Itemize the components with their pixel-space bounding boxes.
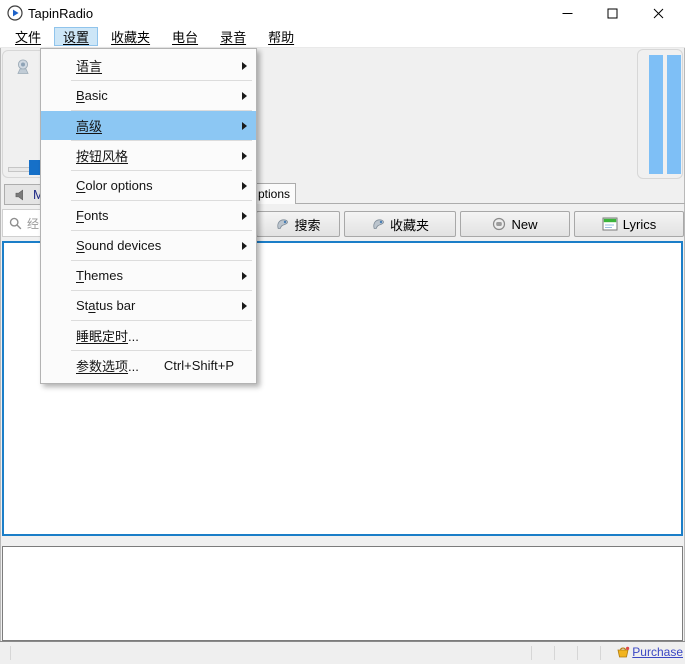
submenu-arrow-icon: [242, 302, 247, 310]
menu-item-advanced[interactable]: 高级: [41, 111, 256, 140]
menu-item-label: 睡眠定时...: [76, 326, 139, 345]
toolbar-button-favorites[interactable]: 收藏夹: [344, 211, 456, 237]
minimize-button[interactable]: [545, 0, 590, 26]
menu-item-fonts[interactable]: Fonts: [41, 201, 256, 230]
new-new-circle-icon: [492, 217, 506, 231]
toolbar-button-search[interactable]: 搜索: [256, 211, 340, 237]
close-button[interactable]: [636, 0, 681, 26]
submenu-arrow-icon: [242, 152, 247, 160]
menu-item-sleep-timer[interactable]: 睡眠定时...: [41, 321, 256, 350]
submenu-arrow-icon: [242, 272, 247, 280]
minimize-icon: [562, 8, 573, 19]
menubar-item-stations[interactable]: 电台: [163, 27, 207, 46]
menu-item-label: Color options: [76, 178, 153, 193]
app-window: TapinRadio 文件设置收藏夹电台录音帮助: [0, 0, 685, 664]
menu-item-themes[interactable]: Themes: [41, 261, 256, 290]
menubar-item-label: 收藏夹: [111, 27, 150, 46]
statusbar-separator: [531, 646, 532, 660]
menubar-item-recording[interactable]: 录音: [211, 27, 255, 46]
statusbar-separator: [577, 646, 578, 660]
maximize-button[interactable]: [590, 0, 635, 26]
speaker-icon: [15, 189, 28, 201]
app-play-icon: [7, 5, 23, 21]
tabstrip-baseline: [238, 203, 685, 204]
statusbar-separator: [554, 646, 555, 660]
menu-item-basic[interactable]: Basic: [41, 81, 256, 110]
submenu-arrow-icon: [242, 212, 247, 220]
tab-options-label: ptions: [258, 187, 290, 201]
close-icon: [653, 8, 664, 19]
menubar-item-settings[interactable]: 设置: [54, 27, 98, 46]
menu-item-language[interactable]: 语言: [41, 51, 256, 80]
toolbar-button-label: New: [511, 217, 537, 232]
menu-item-label: Status bar: [76, 298, 135, 313]
favorites-wave-icon: [371, 217, 385, 231]
menubar-item-label: 录音: [220, 27, 246, 46]
menu-item-preferences[interactable]: 参数选项... Ctrl+Shift+P: [41, 351, 256, 380]
menubar-item-label: 设置: [63, 27, 89, 46]
menubar-item-favorites[interactable]: 收藏夹: [102, 27, 159, 46]
menubar-item-help[interactable]: 帮助: [259, 27, 303, 46]
menu-item-shortcut: Ctrl+Shift+P: [164, 358, 248, 373]
toolbar-button-lyrics[interactable]: Lyrics: [574, 211, 684, 237]
submenu-arrow-icon: [242, 122, 247, 130]
menu-item-status-bar[interactable]: Status bar: [41, 291, 256, 320]
toolbar-button-label: 搜索: [294, 215, 320, 234]
menubar: 文件 设置 收藏夹 电台 录音 帮助: [0, 26, 685, 48]
menu-item-label: 按钮风格: [76, 146, 128, 165]
purchase-link[interactable]: Purchase: [632, 645, 683, 659]
menu-item-button-style[interactable]: 按钮风格: [41, 141, 256, 170]
toolbar-button-label: Lyrics: [623, 217, 656, 232]
maximize-icon: [607, 8, 618, 19]
menu-item-label: 语言: [76, 56, 102, 75]
menu-item-label: Sound devices: [76, 238, 161, 253]
submenu-arrow-icon: [242, 182, 247, 190]
menu-item-color-options[interactable]: Color options: [41, 171, 256, 200]
radio-icon: [13, 57, 33, 77]
settings-dropdown-menu: 语言 Basic 高级按钮风格 Color options Fonts Sound dev…: [40, 48, 257, 384]
search-wave-icon: [275, 217, 289, 231]
statusbar-separator: [600, 646, 601, 660]
toolbar-button-new[interactable]: New: [460, 211, 570, 237]
submenu-arrow-icon: [242, 242, 247, 250]
lyrics-lyrics-window-icon: [602, 217, 618, 231]
window-title: TapinRadio: [28, 6, 93, 21]
menubar-item-label: 帮助: [268, 27, 294, 46]
titlebar: TapinRadio: [0, 0, 685, 26]
menubar-item-file[interactable]: 文件: [6, 27, 50, 46]
menu-item-label: Basic: [76, 88, 108, 103]
statusbar: Purchase: [0, 641, 685, 664]
menu-item-label: 参数选项...: [76, 356, 139, 375]
level-meter-bar: [649, 55, 663, 174]
search-input-text: 经: [27, 215, 39, 232]
menubar-item-label: 文件: [15, 27, 41, 46]
detail-panel[interactable]: [2, 546, 683, 641]
menubar-item-label: 电台: [172, 27, 198, 46]
menu-item-label: Themes: [76, 268, 123, 283]
submenu-arrow-icon: [242, 92, 247, 100]
purchase-icon: [616, 645, 630, 659]
menu-item-sound-devices[interactable]: Sound devices: [41, 231, 256, 260]
menu-item-label: Fonts: [76, 208, 109, 223]
submenu-arrow-icon: [242, 62, 247, 70]
menu-item-label: 高级: [76, 116, 102, 135]
tab-options-partial[interactable]: ptions: [251, 183, 296, 204]
level-meter-group: [637, 49, 683, 179]
level-meter-bar: [667, 55, 681, 174]
purchase-area: Purchase: [616, 645, 683, 659]
toolbar-button-label: 收藏夹: [390, 215, 429, 234]
statusbar-separator: [10, 646, 11, 660]
search-icon: [9, 217, 22, 230]
